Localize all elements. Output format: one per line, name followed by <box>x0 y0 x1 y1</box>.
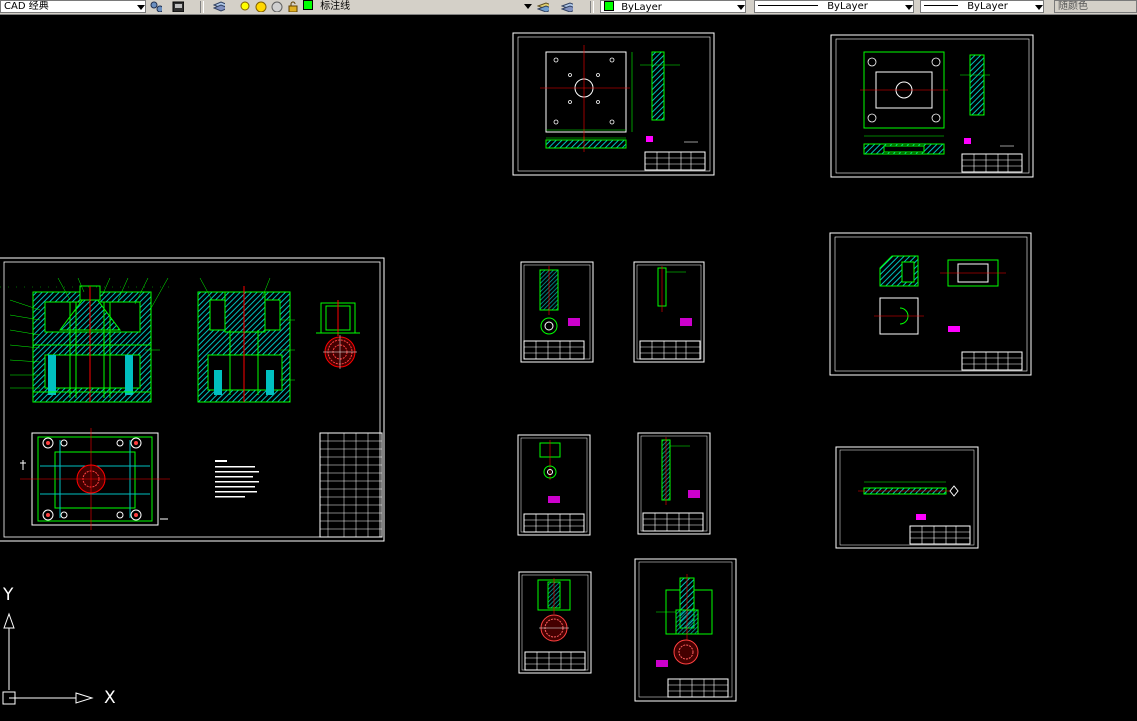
assembly-parts-list <box>319 432 383 538</box>
lineweight-preview <box>924 5 958 6</box>
workspace-value: CAD 经典 <box>4 1 49 12</box>
layer-previous-icon[interactable] <box>561 1 573 12</box>
drawing-svg <box>0 32 1034 705</box>
layer-on-bulb-icon[interactable] <box>240 1 252 12</box>
ucs-x-label: X <box>104 688 116 708</box>
lineweight-value: ByLayer <box>967 1 1008 12</box>
sheet-block-part[interactable] <box>829 232 1032 376</box>
sheet-frame-plate[interactable] <box>830 34 1034 178</box>
workspace-dropdown[interactable]: CAD 经典 <box>0 0 146 13</box>
sheet-part-c2[interactable] <box>634 558 737 702</box>
sheet-part-b2[interactable] <box>637 432 711 535</box>
layer-manager-icon[interactable] <box>213 1 225 12</box>
layer-color-swatch <box>303 0 313 10</box>
color-value: ByLayer <box>621 2 662 13</box>
linetype-value: ByLayer <box>827 1 868 12</box>
plotstyle-dropdown[interactable]: 随颜色 <box>1054 0 1137 13</box>
assembly-technical-notes <box>215 460 259 498</box>
toolbar-separator <box>590 1 594 13</box>
layer-value: 标注线 <box>320 1 351 12</box>
customize-icon[interactable] <box>172 1 184 12</box>
sheet-part-c1[interactable] <box>518 571 592 674</box>
layer-lock-icon[interactable] <box>288 1 300 12</box>
properties-toolbar: CAD 经典 标注线 ByLayer ByLayer ByLayer 随颜色 <box>0 0 1137 15</box>
sheet-part-b1[interactable] <box>517 434 591 536</box>
model-space-canvas[interactable]: Y X <box>0 15 1137 721</box>
assembly-front-section <box>0 277 176 403</box>
workspace-settings-icon[interactable] <box>150 1 162 12</box>
plotstyle-value: 随颜色 <box>1058 1 1088 12</box>
assembly-part-detail <box>316 300 360 369</box>
linetype-preview <box>758 5 818 6</box>
assembly-side-section <box>197 277 295 403</box>
color-dropdown[interactable]: ByLayer <box>600 0 746 13</box>
linetype-dropdown[interactable]: ByLayer <box>754 0 914 13</box>
sheet-part-a2[interactable] <box>633 261 705 363</box>
layer-viewport-icon[interactable] <box>271 1 283 12</box>
assembly-plan-view <box>20 428 170 530</box>
sheet-assembly[interactable] <box>0 257 385 542</box>
ucs-icon <box>2 612 94 705</box>
layer-dropdown[interactable]: 标注线 <box>300 0 532 13</box>
layer-freeze-sun-icon[interactable] <box>255 1 267 12</box>
sheet-part-a1[interactable] <box>520 261 594 363</box>
make-object-layer-current-icon[interactable] <box>537 1 549 12</box>
toolbar-separator <box>200 1 204 13</box>
ucs-y-label: Y <box>3 585 14 605</box>
color-swatch <box>604 1 614 11</box>
lineweight-dropdown[interactable]: ByLayer <box>920 0 1044 13</box>
sheet-long-rod[interactable] <box>835 446 979 549</box>
sheet-top-plate[interactable] <box>512 32 715 176</box>
